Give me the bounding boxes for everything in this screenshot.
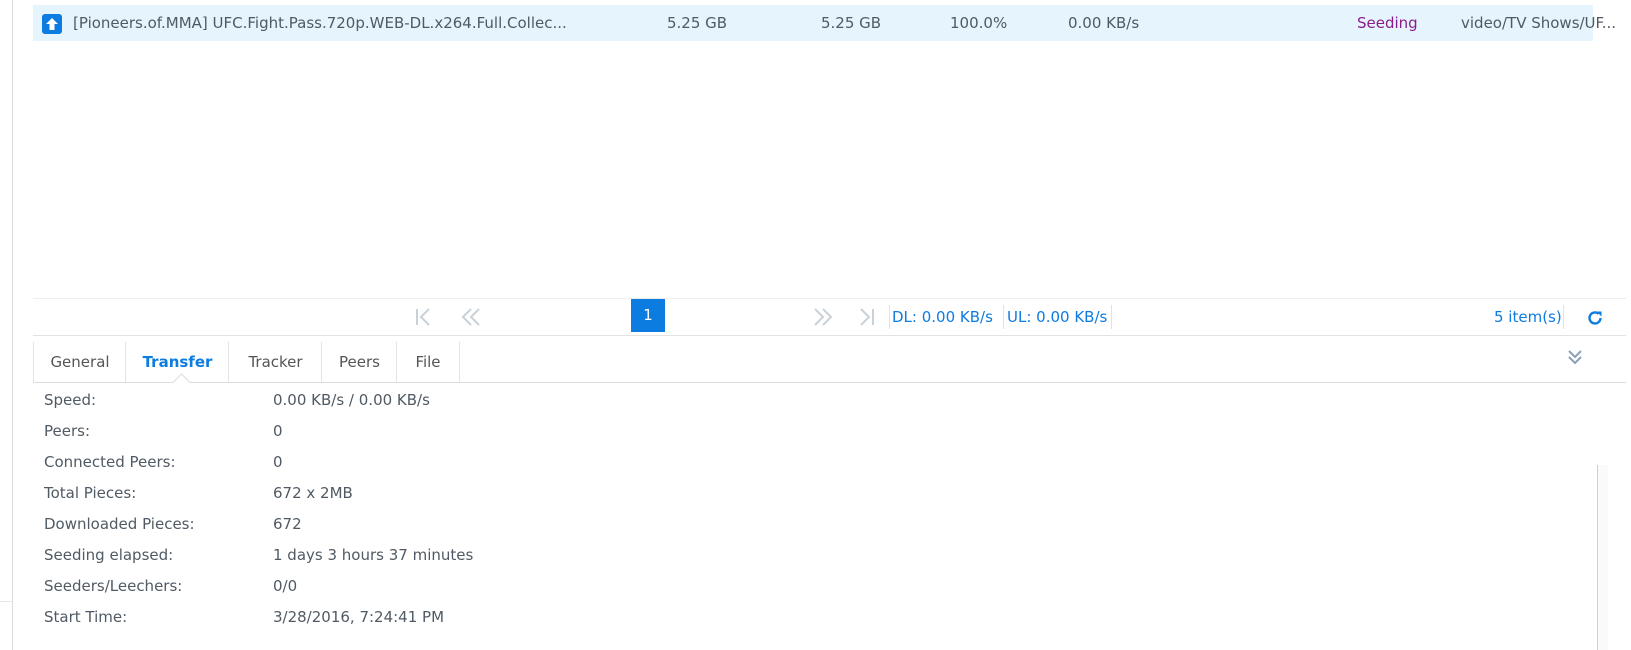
download-speed-total: DL: 0.00 KB/s	[892, 308, 993, 326]
detail-tabs: General Transfer Tracker Peers File	[33, 342, 1626, 383]
tab-tracker[interactable]: Tracker	[228, 342, 322, 382]
detail-value: 3/28/2016, 7:24:41 PM	[273, 608, 445, 626]
detail-label: Seeders/Leechers:	[44, 577, 183, 595]
detail-value: 0	[273, 422, 283, 440]
pager-divider	[1563, 305, 1564, 329]
left-panel-divider	[0, 601, 12, 602]
tab-file[interactable]: File	[396, 342, 460, 382]
detail-label: Total Pieces:	[44, 484, 137, 502]
pagination-toolbar: 1 DL: 0.00 KB/s UL: 0.00 KB/s 5 item(s)	[33, 298, 1626, 336]
detail-value: 0/0	[273, 577, 298, 595]
task-name: [Pioneers.of.MMA] UFC.Fight.Pass.720p.WE…	[73, 14, 567, 32]
task-speed: 0.00 KB/s	[1068, 14, 1140, 32]
collapse-panel-icon[interactable]	[1567, 347, 1583, 367]
detail-label: Downloaded Pieces:	[44, 515, 195, 533]
pager-divider	[889, 305, 890, 329]
current-page-button[interactable]: 1	[631, 299, 665, 332]
detail-value: 672 x 2MB	[273, 484, 353, 502]
detail-label: Speed:	[44, 391, 97, 409]
detail-label: Peers:	[44, 422, 91, 440]
detail-label: Start Time:	[44, 608, 128, 626]
task-progress: 100.0%	[950, 14, 1008, 32]
upload-speed-total: UL: 0.00 KB/s	[1007, 308, 1108, 326]
left-panel-border	[12, 0, 13, 650]
task-row[interactable]: [Pioneers.of.MMA] UFC.Fight.Pass.720p.WE…	[33, 5, 1616, 41]
detail-value: 672	[273, 515, 302, 533]
task-status: Seeding	[1357, 14, 1418, 32]
tab-peers[interactable]: Peers	[321, 342, 397, 382]
last-page-icon[interactable]	[857, 299, 877, 335]
first-page-icon[interactable]	[413, 299, 433, 335]
task-destination: video/TV Shows/UF...	[1461, 14, 1617, 32]
item-count: 5 item(s)	[1494, 308, 1562, 326]
task-downloaded: 5.25 GB	[821, 14, 882, 32]
detail-label: Seeding elapsed:	[44, 546, 174, 564]
previous-page-icon[interactable]	[459, 299, 483, 335]
details-scrollbar[interactable]	[1597, 465, 1608, 650]
pager-divider	[1111, 305, 1112, 329]
detail-label: Connected Peers:	[44, 453, 176, 471]
upload-icon	[42, 14, 62, 34]
refresh-icon[interactable]	[1586, 309, 1604, 327]
task-size: 5.25 GB	[667, 14, 728, 32]
tab-general[interactable]: General	[33, 342, 126, 382]
next-page-icon[interactable]	[811, 299, 835, 335]
pager-divider	[1003, 305, 1004, 329]
detail-value: 0.00 KB/s / 0.00 KB/s	[273, 391, 430, 409]
detail-value: 1 days 3 hours 37 minutes	[273, 546, 474, 564]
detail-value: 0	[273, 453, 283, 471]
